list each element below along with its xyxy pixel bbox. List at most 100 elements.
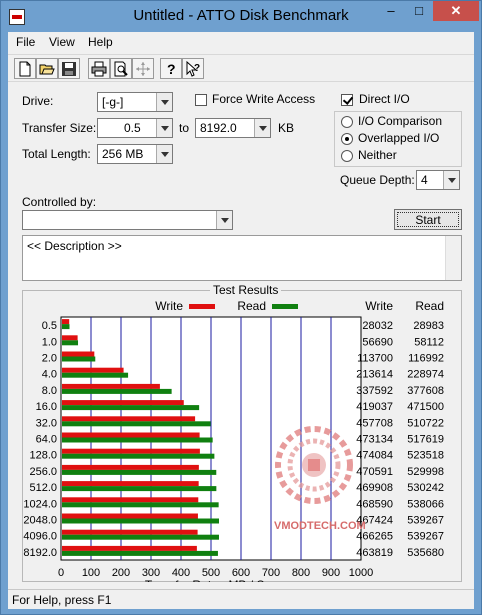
column-header-write: Write <box>365 299 393 313</box>
app-window: Untitled - ATTO Disk Benchmark – □ ✕ Fil… <box>0 0 482 615</box>
read-bar <box>62 356 96 362</box>
x-tick-label: 100 <box>82 567 100 579</box>
io-comparison-label: I/O Comparison <box>358 114 443 128</box>
minimize-button[interactable]: – <box>377 1 405 21</box>
read-value: 28983 <box>413 320 444 332</box>
read-value: 377608 <box>407 385 444 397</box>
total-length-label: Total Length: <box>22 147 91 161</box>
read-bar <box>62 453 215 459</box>
write-bar <box>62 464 199 470</box>
write-value: 56690 <box>362 336 393 348</box>
read-value: 523518 <box>407 450 444 462</box>
x-tick-label: 800 <box>292 567 310 579</box>
direct-io-checkbox[interactable] <box>341 94 353 106</box>
read-bar <box>62 502 219 508</box>
read-bar <box>62 372 129 378</box>
move-icon[interactable] <box>132 58 154 79</box>
maximize-button[interactable]: □ <box>405 1 433 21</box>
write-bar <box>62 416 196 422</box>
new-document-icon[interactable] <box>14 58 36 79</box>
write-value: 419037 <box>356 401 393 413</box>
write-bar <box>62 497 199 503</box>
radio-neither[interactable] <box>341 150 353 162</box>
transfer-to-select[interactable]: 8192.0 <box>195 118 271 138</box>
x-axis-title: Transfer Rate - MB / Sec <box>145 578 277 582</box>
chevron-down-icon[interactable] <box>216 211 232 229</box>
read-bar <box>62 534 219 540</box>
read-value: 530242 <box>407 482 444 494</box>
write-bar <box>62 400 184 406</box>
write-bar <box>62 335 78 341</box>
x-tick-label: 0 <box>58 567 64 579</box>
transfer-from-select[interactable]: 0.5 <box>97 118 173 138</box>
svg-text:?: ? <box>167 61 176 77</box>
chevron-down-icon[interactable] <box>156 93 172 111</box>
context-help-icon[interactable]: ? <box>182 58 204 79</box>
write-bar <box>62 481 199 487</box>
read-bar <box>62 421 211 427</box>
category-label: 128.0 <box>29 450 57 462</box>
status-text: For Help, press F1 <box>12 593 112 607</box>
description-box[interactable]: << Description >> <box>22 235 462 281</box>
neither-label: Neither <box>358 148 397 162</box>
chevron-down-icon[interactable] <box>443 171 459 189</box>
radio-io-comparison[interactable] <box>341 116 353 128</box>
force-write-checkbox[interactable] <box>195 94 207 106</box>
drive-label: Drive: <box>22 94 54 108</box>
queue-depth-value: 4 <box>421 173 428 187</box>
write-bar <box>62 383 160 389</box>
queue-depth-label: Queue Depth: <box>340 173 415 187</box>
controlled-by-select[interactable] <box>22 210 233 230</box>
description-text: << Description >> <box>27 239 122 253</box>
queue-depth-select[interactable]: 4 <box>416 170 460 190</box>
start-button[interactable]: Start <box>394 209 462 230</box>
chevron-down-icon[interactable] <box>254 119 270 137</box>
write-bar <box>62 351 95 357</box>
save-icon[interactable] <box>58 58 80 79</box>
total-length-select[interactable]: 256 MB <box>97 144 173 164</box>
read-bar <box>62 405 200 411</box>
total-length-value: 256 MB <box>102 147 144 161</box>
category-label: 8192.0 <box>23 547 57 559</box>
toolbar: ? ? <box>8 54 474 82</box>
open-folder-icon[interactable] <box>36 58 58 79</box>
write-bar <box>62 432 200 438</box>
chevron-down-icon[interactable] <box>156 119 172 137</box>
legend-write-swatch <box>189 304 215 309</box>
write-value: 28032 <box>362 320 393 332</box>
menu-help[interactable]: Help <box>88 35 113 49</box>
read-bar <box>62 518 219 524</box>
read-value: 539267 <box>407 515 444 527</box>
category-label: 2.0 <box>42 353 57 365</box>
title-bar[interactable]: Untitled - ATTO Disk Benchmark – □ ✕ <box>1 1 481 32</box>
category-label: 64.0 <box>36 434 57 446</box>
description-scrollbar[interactable] <box>445 236 461 280</box>
x-tick-label: 1000 <box>349 567 373 579</box>
read-value: 510722 <box>407 417 444 429</box>
category-label: 16.0 <box>36 401 57 413</box>
radio-overlapped-io[interactable] <box>341 133 353 145</box>
print-preview-icon[interactable] <box>110 58 132 79</box>
close-button[interactable]: ✕ <box>433 1 479 21</box>
legend-read-swatch <box>272 304 298 309</box>
menu-view[interactable]: View <box>49 35 75 49</box>
menu-file[interactable]: File <box>16 35 35 49</box>
print-icon[interactable] <box>88 58 110 79</box>
read-value: 116992 <box>408 353 444 365</box>
read-bar <box>62 340 79 346</box>
write-bar <box>62 319 70 325</box>
results-chart: Write Read Write Read0 100 200 300 400 500 600 700… <box>23 299 444 582</box>
category-label: 4096.0 <box>23 531 57 543</box>
transfer-from-value: 0.5 <box>124 121 141 135</box>
category-label: 1024.0 <box>23 498 57 510</box>
read-bar <box>62 550 218 556</box>
chevron-down-icon[interactable] <box>156 145 172 163</box>
svg-text:?: ? <box>194 63 200 74</box>
legend-read-label: Read <box>237 299 266 313</box>
status-bar: For Help, press F1 <box>8 589 474 609</box>
category-label: 256.0 <box>29 466 57 478</box>
category-label: 32.0 <box>36 417 57 429</box>
drive-select[interactable]: [-g-] <box>97 92 173 112</box>
read-bar <box>62 437 213 443</box>
help-icon[interactable]: ? <box>160 58 182 79</box>
